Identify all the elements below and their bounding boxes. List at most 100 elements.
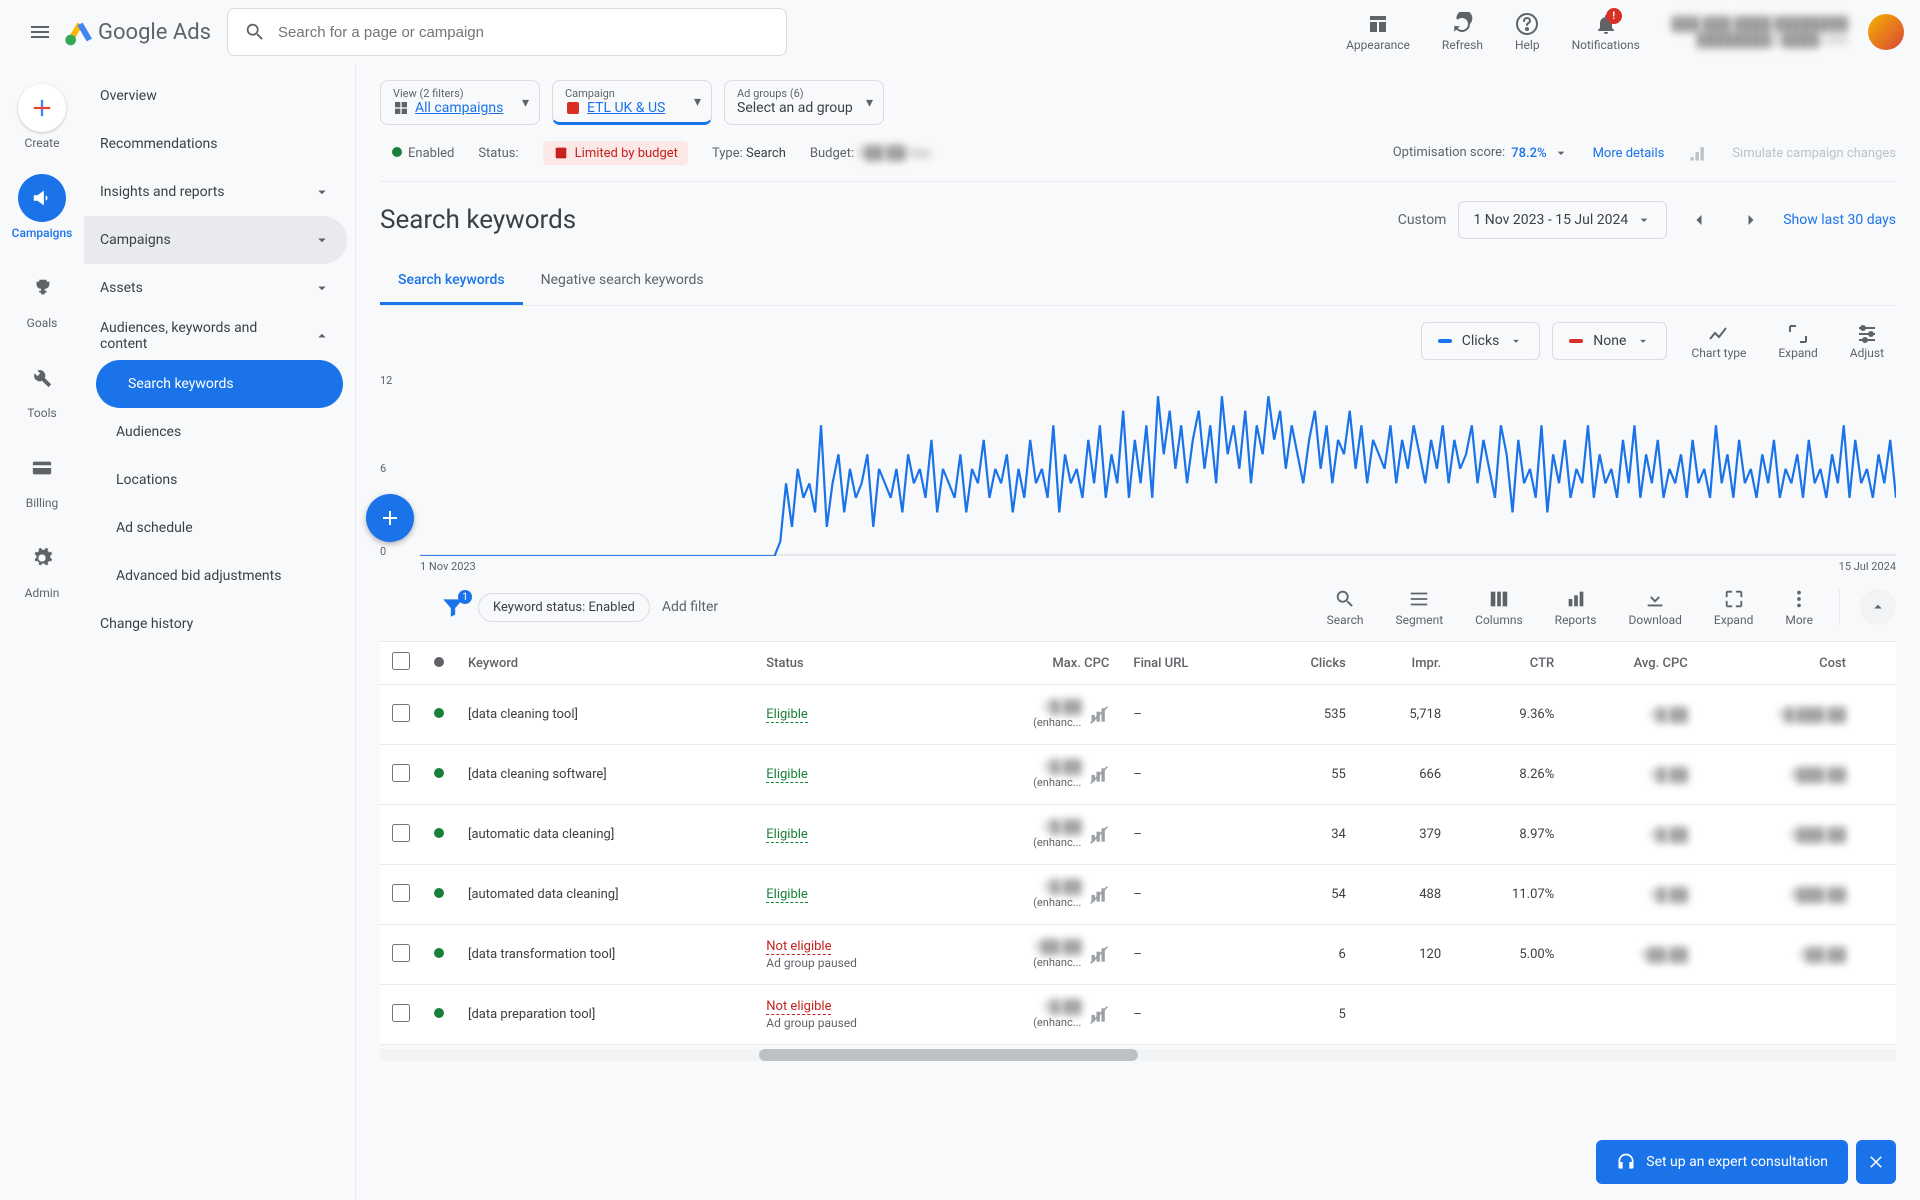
view-selector[interactable]: View (2 filters) All campaigns ▾ [380,80,540,125]
nav-recommendations[interactable]: Recommendations [84,120,347,168]
budget-label[interactable]: Budget: €██.██/day [810,145,931,161]
col-clicks[interactable]: Clicks [1256,642,1357,685]
rail-goals[interactable]: Goals [6,256,78,338]
col-ctr[interactable]: CTR [1453,642,1566,685]
tab-search-keywords[interactable]: Search keywords [380,258,523,305]
rail-admin[interactable]: Admin [6,526,78,608]
col-maxcpc[interactable]: Max. CPC [950,642,1121,685]
cell-status[interactable]: Not eligibleAd group paused [754,985,950,1045]
nav-locations[interactable]: Locations [84,456,347,504]
col-keyword[interactable]: Keyword [456,642,754,685]
cell-status[interactable]: Eligible [754,865,950,925]
row-checkbox[interactable] [392,764,410,782]
add-keyword-fab[interactable] [366,494,414,542]
download-button[interactable]: Download [1615,583,1696,631]
bid-simulator-icon[interactable] [1089,945,1109,965]
primary-metric-selector[interactable]: Clicks [1421,322,1541,360]
help-button[interactable]: Help [1503,8,1552,56]
hamburger-menu-icon[interactable] [16,8,64,56]
col-cost[interactable]: Cost [1700,642,1858,685]
nav-audiences-keywords[interactable]: Audiences, keywords and content [84,312,347,360]
limited-by-budget-badge[interactable]: Limited by budget [543,141,688,165]
row-checkbox[interactable] [392,704,410,722]
more-details-link[interactable]: More details [1593,146,1665,161]
chart-expand-button[interactable]: Expand [1766,318,1829,364]
cell-maxcpc[interactable]: €█.██(enhanc... [950,985,1121,1045]
col-finalurl[interactable]: Final URL [1121,642,1256,685]
table-row[interactable]: [data cleaning software]Eligible€█.██(en… [380,745,1896,805]
nav-assets[interactable]: Assets [84,264,347,312]
col-sort[interactable] [1858,642,1896,685]
global-search-input[interactable] [278,24,770,41]
more-button[interactable]: More [1771,583,1827,631]
refresh-button[interactable]: Refresh [1430,8,1495,56]
adgroup-selector[interactable]: Ad groups (6) Select an ad group ▾ [724,80,884,125]
tab-negative-keywords[interactable]: Negative search keywords [523,258,722,305]
account-info[interactable]: ███-███-████ ████████ ████████@████.com [1672,16,1848,48]
chart-adjust-button[interactable]: Adjust [1838,318,1896,364]
table-row[interactable]: [automatic data cleaning]Eligible€█.██(e… [380,805,1896,865]
show-last-30-link[interactable]: Show last 30 days [1783,212,1896,228]
row-checkbox[interactable] [392,1004,410,1022]
table-row[interactable]: [data preparation tool]Not eligibleAd gr… [380,985,1896,1045]
user-avatar[interactable] [1868,14,1904,50]
secondary-metric-selector[interactable]: None [1552,322,1667,360]
rail-tools[interactable]: Tools [6,346,78,428]
cell-status[interactable]: Eligible [754,685,950,745]
bid-simulator-icon[interactable] [1089,705,1109,725]
col-avgcpc[interactable]: Avg. CPC [1566,642,1700,685]
cell-maxcpc[interactable]: €█.██(enhanc... [950,745,1121,805]
collapse-chart-button[interactable] [1860,589,1896,625]
rail-campaigns[interactable]: Campaigns [6,166,78,248]
bid-simulator-icon[interactable] [1089,885,1109,905]
global-search-box[interactable] [227,8,787,56]
col-impr[interactable]: Impr. [1358,642,1453,685]
columns-button[interactable]: Columns [1461,583,1537,631]
nav-campaigns[interactable]: Campaigns [84,216,347,264]
cell-maxcpc[interactable]: €█.██(enhanc... [950,685,1121,745]
date-next-button[interactable] [1731,200,1771,240]
rail-create[interactable]: Create [6,76,78,158]
nav-ad-schedule[interactable]: Ad schedule [84,504,347,552]
segment-button[interactable]: Segment [1381,583,1457,631]
cell-maxcpc[interactable]: €██.██(enhanc... [950,925,1121,985]
table-expand-button[interactable]: Expand [1700,583,1767,631]
appearance-button[interactable]: Appearance [1334,8,1422,56]
cell-status[interactable]: Not eligibleAd group paused [754,925,950,985]
add-filter-button[interactable]: Add filter [662,599,718,615]
cell-status[interactable]: Eligible [754,805,950,865]
nav-change-history[interactable]: Change history [84,600,347,648]
nav-advanced-bid[interactable]: Advanced bid adjustments [84,552,347,600]
campaign-selector[interactable]: Campaign ETL UK & US ▾ [552,80,712,125]
google-ads-logo[interactable]: Google Ads [64,16,211,48]
cell-status[interactable]: Eligible [754,745,950,805]
table-row[interactable]: [data transformation tool]Not eligibleAd… [380,925,1896,985]
bid-simulator-icon[interactable] [1089,1005,1109,1025]
chart-type-button[interactable]: Chart type [1679,318,1758,364]
table-search-button[interactable]: Search [1313,583,1378,631]
consultation-button[interactable]: Set up an expert consultation [1596,1140,1848,1184]
cell-maxcpc[interactable]: €█.██(enhanc... [950,865,1121,925]
table-row[interactable]: [automated data cleaning]Eligible€█.██(e… [380,865,1896,925]
date-range-picker[interactable]: 1 Nov 2023 - 15 Jul 2024 [1458,201,1667,239]
horizontal-scrollbar[interactable] [380,1049,1896,1061]
bid-simulator-icon[interactable] [1089,765,1109,785]
optimization-score[interactable]: Optimisation score: 78.2% [1393,145,1569,161]
nav-overview[interactable]: Overview [84,72,347,120]
nav-audiences[interactable]: Audiences [84,408,347,456]
row-checkbox[interactable] [392,824,410,842]
cell-maxcpc[interactable]: €█.██(enhanc... [950,805,1121,865]
notifications-button[interactable]: Notifications [1560,8,1652,56]
table-row[interactable]: [data cleaning tool]Eligible€█.██(enhanc… [380,685,1896,745]
rail-billing[interactable]: Billing [6,436,78,518]
bid-simulator-icon[interactable] [1089,825,1109,845]
col-status[interactable]: Status [754,642,950,685]
nav-search-keywords[interactable]: Search keywords [96,360,343,408]
reports-button[interactable]: Reports [1541,583,1611,631]
active-filter-chip[interactable]: Keyword status: Enabled [478,593,650,622]
row-checkbox[interactable] [392,884,410,902]
enabled-status[interactable]: Enabled [392,146,454,161]
filter-button[interactable]: 1 [440,594,466,620]
row-checkbox[interactable] [392,944,410,962]
select-all-checkbox[interactable] [392,652,410,670]
